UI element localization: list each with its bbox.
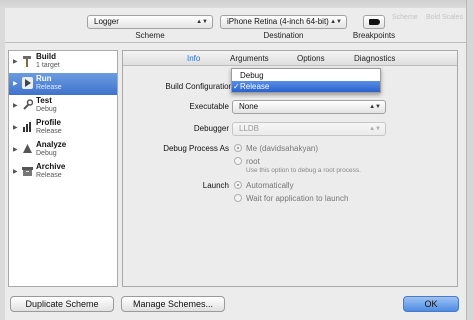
executable-value: None [239,102,259,111]
scheme-value: Logger [94,17,119,26]
tab-bar: Info Arguments Options Diagnostics [123,51,457,66]
hammer-icon [23,56,31,67]
window-top-strip [0,0,474,8]
disclosure-triangle-icon[interactable]: ▶ [13,146,18,153]
tab-diagnostics[interactable]: Diagnostics [354,54,395,63]
sidebar-item-label: Build [36,52,56,61]
wrench-icon [23,99,33,110]
instruments-icon [23,122,31,132]
disclosure-triangle-icon[interactable]: ▶ [13,102,18,109]
tab-info[interactable]: Info [187,54,200,63]
popup-arrows-icon: ▲▼ [196,19,208,25]
destination-caption: Destination [263,31,304,40]
sidebar-item-sublabel: Release [36,172,62,179]
sidebar-item-sublabel: Release [36,84,62,91]
radio-me[interactable] [234,144,242,152]
sidebar-item-profile[interactable]: ▶ Profile Release [9,117,117,139]
sidebar-item-sublabel: 1 target [36,62,60,69]
disclosure-triangle-icon[interactable]: ▶ [13,58,18,65]
sidebar-item-label: Archive [36,162,66,171]
manage-schemes-button[interactable]: Manage Schemes... [121,296,225,312]
sidebar-item-sublabel: Release [36,128,62,135]
menu-item-label: Release [240,82,270,91]
menu-item-label: Debug [240,71,264,80]
play-icon [22,77,33,89]
radio-wait-for-launch[interactable] [234,194,242,202]
me-option-label: Me (davidsahakyan) [246,144,319,153]
sidebar-item-run[interactable]: ▶ Run Release [9,73,117,95]
disclosure-triangle-icon[interactable]: ▶ [13,168,18,175]
duplicate-scheme-button[interactable]: Duplicate Scheme [10,296,114,312]
sidebar-item-sublabel: Debug [36,150,57,157]
destination-popup[interactable]: iPhone Retina (4-inch 64-bit) ▲▼ [220,15,347,29]
wait-option-label: Wait for application to launch [246,194,349,203]
root-option-label: root [246,157,260,166]
background-ghost-text: Scheme [392,14,418,21]
debugger-value: LLDB [239,124,260,133]
sidebar-item-analyze[interactable]: ▶ Analyze Debug [9,139,117,161]
popup-arrows-icon: ▲▼ [369,104,381,110]
popup-arrows-icon: ▲▼ [330,19,342,25]
sidebar-item-label: Test [36,96,52,105]
tab-arguments[interactable]: Arguments [230,54,269,63]
sidebar-item-label: Profile [36,118,61,127]
sidebar-item-test[interactable]: ▶ Test Debug [9,95,117,117]
popup-arrows-icon: ▲▼ [369,126,381,132]
toolbar-divider [5,42,466,43]
scheme-popup[interactable]: Logger ▲▼ [87,15,213,29]
window-right-edge [466,0,474,320]
sidebar-item-label: Analyze [36,140,67,149]
build-configuration-label: Build Configuration [165,82,233,91]
radio-root[interactable] [234,157,242,165]
scheme-caption: Scheme [135,31,165,40]
destination-value: iPhone Retina (4-inch 64-bit) [227,17,329,26]
breakpoints-caption: Breakpoints [352,31,396,40]
build-configuration-menu[interactable]: Debug ✓ Release [231,68,381,93]
breakpoints-button[interactable] [363,15,385,29]
menu-item-release[interactable]: ✓ Release [232,81,380,92]
tab-options[interactable]: Options [297,54,325,63]
sidebar-item-sublabel: Debug [36,106,57,113]
debugger-label: Debugger [193,124,229,133]
sidebar-item-build[interactable]: ▶ Build 1 target [9,51,117,73]
analyze-icon [23,144,32,153]
disclosure-triangle-icon[interactable]: ▶ [13,124,18,131]
window-left-edge [0,8,5,320]
debug-process-label: Debug Process As [163,144,229,153]
archive-icon [22,167,33,176]
background-ghost-text: Bold Scales [426,14,463,21]
scheme-actions-sidebar: ▶ Build 1 target ▶ Run Release ▶ Test De… [8,50,118,287]
executable-label: Executable [189,102,229,111]
debugger-popup[interactable]: LLDB ▲▼ [232,122,386,136]
sidebar-item-archive[interactable]: ▶ Archive Release [9,161,117,183]
radio-automatically[interactable] [234,181,242,189]
breakpoint-icon [369,19,380,25]
sidebar-item-label: Run [36,74,52,83]
ok-button[interactable]: OK [403,296,459,312]
executable-popup[interactable]: None ▲▼ [232,100,386,114]
checkmark-icon: ✓ [233,82,240,91]
launch-label: Launch [202,181,229,190]
menu-item-debug[interactable]: Debug [232,70,380,81]
automatically-option-label: Automatically [246,181,294,190]
disclosure-triangle-icon[interactable]: ▶ [13,80,18,87]
root-option-note: Use this option to debug a root process. [246,167,361,174]
